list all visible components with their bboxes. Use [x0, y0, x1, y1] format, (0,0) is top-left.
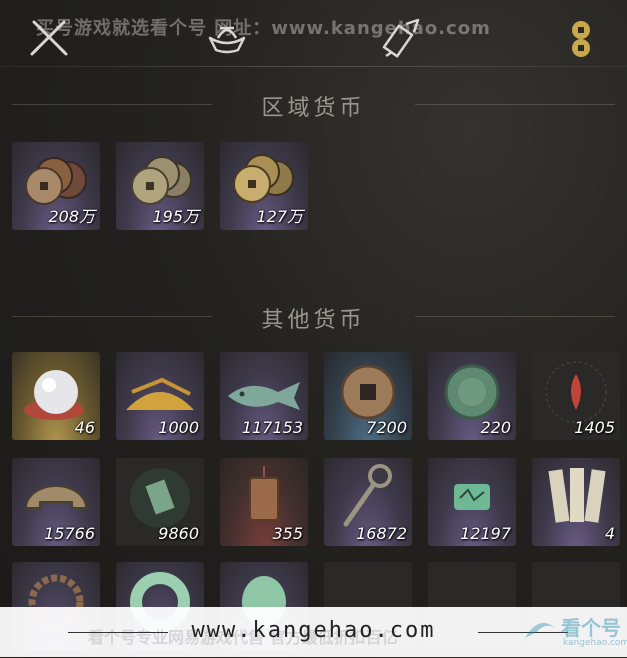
currency-slot[interactable]: 355	[220, 458, 308, 546]
watermark-logo: 看个号 kangehao.com	[517, 610, 627, 654]
section-title-regional: 区域货币	[261, 96, 366, 121]
item-count: 16872	[356, 524, 407, 543]
tab-crossed-swords[interactable]	[26, 14, 72, 60]
watermark-logo-subtext: kangehao.com	[563, 638, 627, 648]
currency-slot[interactable]: 117153	[220, 352, 308, 440]
item-count: 12197	[460, 524, 511, 543]
item-count: 208万	[48, 207, 95, 226]
scroll-icon	[382, 18, 420, 58]
coins-icon	[572, 21, 590, 57]
currency-slot[interactable]: 4	[532, 458, 620, 546]
currency-slot[interactable]: 195万	[116, 142, 204, 230]
currency-slot[interactable]: 7200	[324, 352, 412, 440]
section-title-other: 其他货币	[261, 308, 366, 333]
crossed-swords-icon	[30, 20, 68, 56]
currency-slot[interactable]: 220	[428, 352, 516, 440]
item-count: 127万	[256, 207, 303, 226]
tab-coins[interactable]	[558, 14, 604, 60]
currency-slot[interactable]: 1405	[532, 352, 620, 440]
top-tab-bar	[0, 0, 627, 68]
item-count: 4	[604, 524, 615, 543]
currency-slot[interactable]: 15766	[12, 458, 100, 546]
item-count: 7200	[366, 418, 407, 437]
divider-line	[415, 104, 615, 105]
item-count: 195万	[152, 207, 199, 226]
item-count: 9860	[158, 524, 199, 543]
item-count: 355	[272, 524, 303, 543]
item-count: 15766	[44, 524, 95, 543]
tab-ingot[interactable]	[204, 14, 250, 60]
ingot-icon	[208, 26, 246, 54]
currency-slot[interactable]: 46	[12, 352, 100, 440]
item-count: 1405	[574, 418, 615, 437]
item-count: 117153	[241, 418, 303, 437]
tab-divider	[0, 66, 627, 67]
item-count: 46	[74, 418, 95, 437]
currency-slot[interactable]: 208万	[12, 142, 100, 230]
currency-slot[interactable]: 12197	[428, 458, 516, 546]
tab-scroll[interactable]	[380, 14, 426, 60]
item-count: 1000	[158, 418, 199, 437]
logo-swirl-icon	[525, 622, 555, 638]
divider-line	[415, 316, 615, 317]
currency-slot[interactable]: 1000	[116, 352, 204, 440]
currency-slot[interactable]: 16872	[324, 458, 412, 546]
watermark-logo-text: 看个号	[561, 616, 621, 640]
currency-slot[interactable]: 127万	[220, 142, 308, 230]
currency-slot[interactable]: 9860	[116, 458, 204, 546]
item-count: 220	[480, 418, 511, 437]
